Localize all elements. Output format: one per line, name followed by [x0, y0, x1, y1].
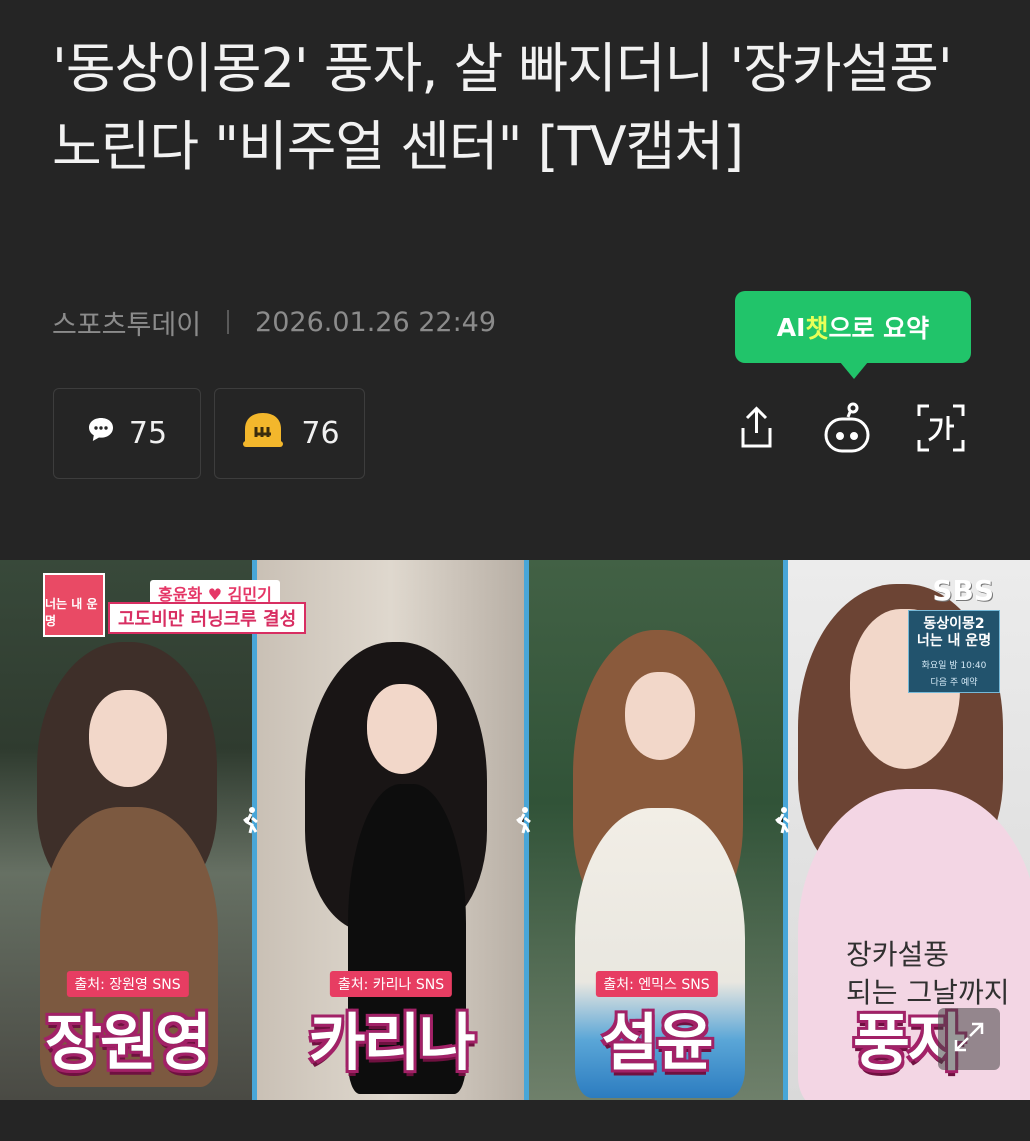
expand-icon [952, 1020, 986, 1058]
font-size-button[interactable] [914, 400, 968, 460]
comment-count: 75 [128, 416, 168, 451]
face-shape [89, 690, 167, 787]
comment-icon [87, 416, 115, 451]
comments-button[interactable]: 75 [53, 388, 201, 479]
ai-summary-highlight: 챗 [805, 314, 829, 343]
bot-icon [822, 401, 872, 460]
person-name-2: 카리나 [308, 1006, 475, 1079]
share-icon [734, 404, 779, 456]
article-headline: '동상이몽2' 풍자, 살 빠지더니 '장카설풍' 노린다 "비주얼 센터" [… [52, 37, 953, 178]
program-title: 동상이몽2 [923, 616, 985, 632]
face-shape [367, 684, 437, 774]
program-note: 다음 주 예약 [930, 678, 978, 688]
person-name-3: 설윤 [601, 1006, 713, 1079]
ai-bot-button[interactable] [820, 400, 874, 460]
face-shape [625, 672, 695, 760]
runner-icon [516, 807, 531, 834]
reaction-count: 76 [301, 416, 340, 451]
runner-icon [243, 807, 258, 834]
broadcaster-logo: SBS [932, 574, 994, 607]
program-time: 화요일 밤 10:40 [921, 661, 987, 671]
ai-summary-button[interactable]: AI 챗 으로 요약 [735, 291, 971, 379]
runner-icon [775, 807, 790, 834]
program-subtitle: 너는 내 운명 [916, 633, 992, 649]
ai-summary-prefix: AI [776, 312, 806, 342]
show-badge: 너는 내 운명 [43, 573, 105, 637]
reaction-icon [239, 410, 287, 458]
person-name-1: 장원영 [44, 1006, 212, 1079]
publisher-name[interactable]: 스포츠투데이 [52, 303, 201, 342]
image-panel-1: 출처: 장원영 SNS 장원영 [0, 560, 255, 1100]
image-panel-3: 출처: 엔믹스 SNS 설윤 [527, 560, 786, 1100]
program-card: 동상이몽2 너는 내 운명 화요일 밤 10:40 다음 주 예약 [908, 610, 1000, 693]
image-panel-2: 출처: 카리나 SNS 카리나 [255, 560, 527, 1100]
article-meta: 스포츠투데이 2026.01.26 22:49 [52, 300, 496, 344]
ai-summary-suffix: 으로 요약 [828, 314, 930, 343]
meta-separator [227, 310, 230, 334]
article-image[interactable]: 너는 내 운명 홍윤화 ♥ 김민기 고도비만 러닝크루 결성 SBS 동상이몽2… [0, 560, 1030, 1100]
publish-datetime: 2026.01.26 22:49 [255, 306, 497, 338]
share-button[interactable] [729, 400, 783, 460]
reactions-button[interactable]: 76 [214, 388, 365, 479]
font-size-icon [915, 402, 967, 458]
fullscreen-button[interactable] [938, 1008, 1000, 1070]
image-caption-main: 고도비만 러닝크루 결성 [108, 602, 307, 634]
